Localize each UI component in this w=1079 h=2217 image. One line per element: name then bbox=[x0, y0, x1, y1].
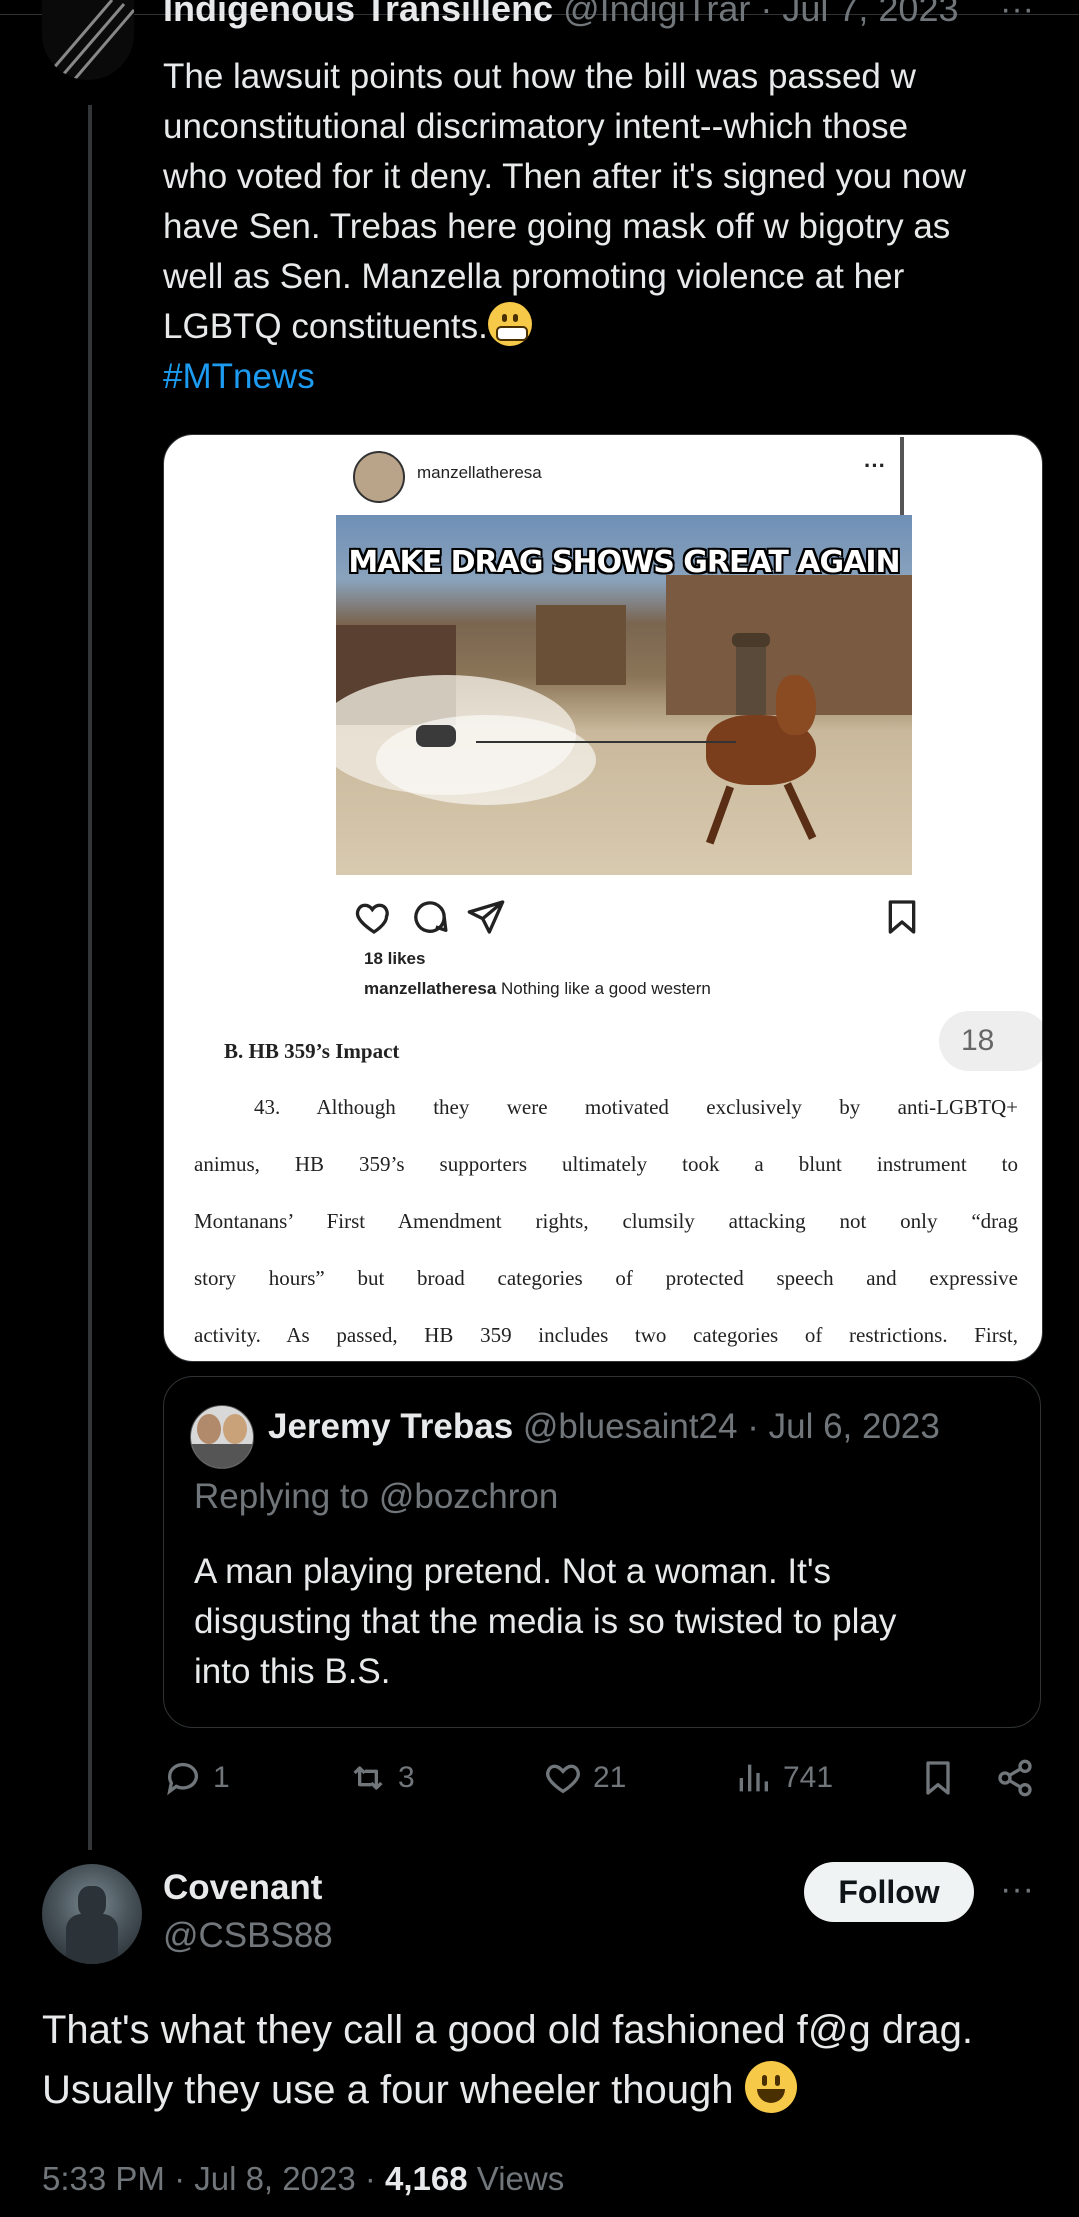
quoted-author-avatar bbox=[190, 1405, 254, 1469]
insta-caption: manzellatheresa Nothing like a good west… bbox=[364, 979, 711, 999]
page-number-badge: 18 bbox=[939, 1011, 1042, 1071]
hashtag-link[interactable]: #MTnews bbox=[163, 352, 1053, 402]
repost-button[interactable]: 3 bbox=[348, 1758, 415, 1798]
views-count: 741 bbox=[783, 1761, 834, 1794]
reply-icon bbox=[167, 1762, 198, 1796]
quoted-author-name: Jeremy Trebas bbox=[268, 1407, 514, 1446]
replying-to: Replying to @bozchron bbox=[194, 1477, 559, 1516]
tweet-line: who voted for it deny. Then after it's s… bbox=[163, 157, 967, 196]
reply-metadata: 5:33 PM · Jul 8, 2023 · 4,168 Views bbox=[42, 2160, 564, 2198]
insta-scrollbar bbox=[900, 437, 904, 517]
tweet-action-bar: 1 3 21 741 bbox=[163, 1758, 1043, 1808]
legal-line: 43. Although they were motivated exclusi… bbox=[254, 1095, 1018, 1119]
share-button[interactable] bbox=[995, 1758, 1035, 1798]
tweet-line: The lawsuit points out how the bill was … bbox=[163, 57, 916, 96]
insta-avatar bbox=[353, 451, 405, 503]
author-handle[interactable]: @IndigiTrar bbox=[563, 0, 750, 29]
quoted-header: Jeremy Trebas @bluesaint24 · Jul 6, 2023 bbox=[268, 1407, 940, 1447]
reply-more-options-icon[interactable]: ··· bbox=[1000, 1870, 1034, 1909]
quoted-line: disgusting that the media is so twisted … bbox=[194, 1602, 897, 1641]
legal-line: story hours” but broad categories of pro… bbox=[194, 1266, 1018, 1290]
author-name[interactable]: Indigenous Transillenc bbox=[163, 0, 553, 29]
like-button[interactable]: 21 bbox=[543, 1758, 626, 1798]
bookmark-button[interactable] bbox=[918, 1758, 958, 1798]
legal-line: activity. As passed, HB 359 includes two… bbox=[194, 1323, 1018, 1347]
reply-button[interactable]: 1 bbox=[163, 1758, 230, 1798]
reply-text: That's what they call a good old fashion… bbox=[42, 2000, 1062, 2120]
more-options-icon[interactable]: ··· bbox=[1000, 0, 1034, 32]
repost-icon bbox=[353, 1766, 383, 1790]
reply-line: That's what they call a good old fashion… bbox=[42, 2008, 974, 2052]
bookmark-icon bbox=[926, 1761, 950, 1795]
reply-views-label: Views bbox=[467, 2160, 565, 2197]
send-icon bbox=[467, 900, 505, 934]
legal-line: animus, HB 359’s supporters ultimately t… bbox=[194, 1152, 1018, 1176]
reply-author-avatar[interactable] bbox=[42, 1864, 142, 1964]
caption-username: manzellatheresa bbox=[364, 979, 497, 998]
meme-photo: MAKE DRAG SHOWS GREAT AGAIN bbox=[336, 515, 912, 875]
like-count: 21 bbox=[593, 1761, 627, 1794]
reply-author-handle[interactable]: @CSBS88 bbox=[163, 1916, 333, 1956]
grimacing-emoji-icon bbox=[487, 302, 532, 346]
caption-text: Nothing like a good western bbox=[496, 979, 711, 998]
tweet-line-text: LGBTQ constituents. bbox=[163, 307, 488, 346]
quoted-date: · Jul 6, 2023 bbox=[747, 1407, 940, 1446]
grinning-emoji-icon bbox=[744, 2061, 797, 2113]
quoted-tweet[interactable]: Jeremy Trebas @bluesaint24 · Jul 6, 2023… bbox=[163, 1376, 1041, 1728]
reply-line-text: Usually they use a four wheeler though bbox=[42, 2068, 734, 2112]
tweet-header: Indigenous Transillenc @IndigiTrar · Jul… bbox=[163, 0, 959, 32]
views-button[interactable]: 741 bbox=[733, 1758, 833, 1798]
like-icon bbox=[546, 1764, 580, 1794]
quoted-line: A man playing pretend. Not a woman. It's bbox=[194, 1552, 832, 1591]
views-icon bbox=[739, 1764, 768, 1792]
legal-heading: B. HB 359’s Impact bbox=[224, 1039, 400, 1063]
tweet-line-last: LGBTQ constituents. bbox=[163, 302, 1053, 352]
heart-icon bbox=[355, 903, 389, 934]
quoted-text: A man playing pretend. Not a woman. It's… bbox=[194, 1547, 1014, 1697]
reply-count: 1 bbox=[213, 1761, 230, 1794]
author-avatar[interactable] bbox=[42, 0, 134, 80]
repost-count: 3 bbox=[398, 1761, 415, 1794]
reply-timestamp[interactable]: 5:33 PM · Jul 8, 2023 · bbox=[42, 2160, 385, 2197]
insta-likes: 18 likes bbox=[364, 949, 426, 968]
quoted-author-handle: @bluesaint24 bbox=[522, 1407, 738, 1446]
tweet-image-card[interactable]: manzellatheresa ··· MAKE DRAG SHOWS GREA… bbox=[163, 434, 1043, 1362]
tweet-line: unconstitutional discrimatory intent--wh… bbox=[163, 107, 909, 146]
insta-more-icon: ··· bbox=[864, 453, 886, 478]
save-icon bbox=[888, 900, 916, 934]
avatar-stripes-icon bbox=[50, 0, 134, 80]
tweet-date[interactable]: · Jul 7, 2023 bbox=[760, 0, 958, 29]
reply-line: Usually they use a four wheeler though bbox=[42, 2060, 1062, 2120]
insta-username: manzellatheresa bbox=[417, 463, 542, 482]
reply-views-count: 4,168 bbox=[385, 2160, 468, 2197]
quoted-line: into this B.S. bbox=[194, 1652, 391, 1691]
tweet-line: have Sen. Trebas here going mask off w b… bbox=[163, 207, 951, 246]
tweet-line: well as Sen. Manzella promoting violence… bbox=[163, 257, 905, 296]
reply-author-name[interactable]: Covenant bbox=[163, 1868, 322, 1908]
meme-caption-text: MAKE DRAG SHOWS GREAT AGAIN bbox=[348, 545, 900, 580]
share-icon bbox=[998, 1759, 1032, 1797]
thread-line bbox=[88, 105, 92, 1850]
follow-button[interactable]: Follow bbox=[804, 1862, 974, 1922]
tweet-text: The lawsuit points out how the bill was … bbox=[163, 52, 1053, 402]
comment-icon bbox=[414, 901, 448, 933]
legal-line: Montanans’ First Amendment rights, clums… bbox=[194, 1209, 1018, 1233]
